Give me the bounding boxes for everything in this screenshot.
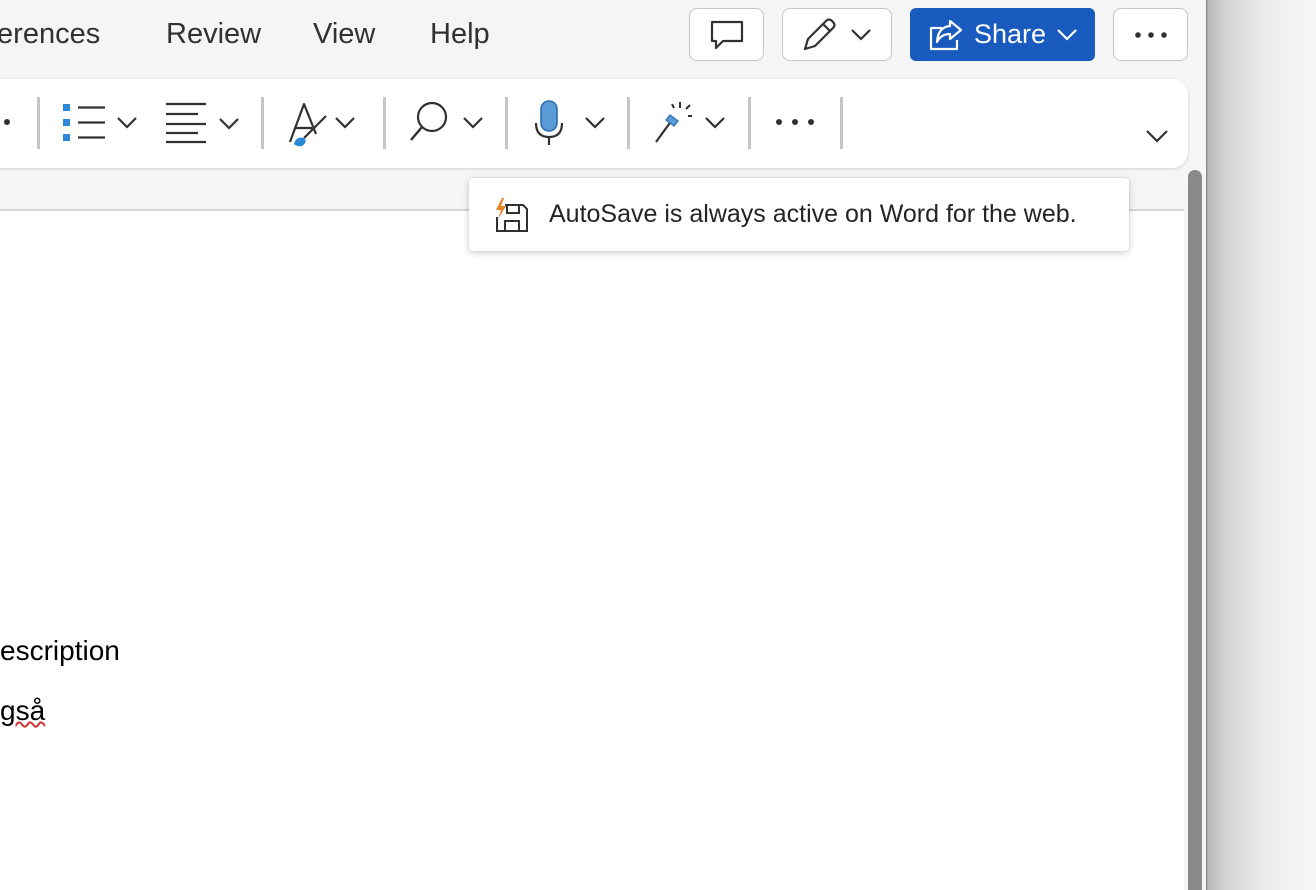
document-page[interactable]: escription gså xyxy=(0,211,1184,890)
comment-icon xyxy=(710,20,744,50)
truncated-ribbon-item xyxy=(4,119,10,125)
tab-review[interactable]: Review xyxy=(166,14,261,54)
tab-references[interactable]: ferences xyxy=(0,14,100,54)
ribbon-more-button[interactable] xyxy=(774,116,816,128)
styles-button[interactable] xyxy=(286,100,368,148)
more-options-button[interactable] xyxy=(1113,8,1188,61)
misspelled-word[interactable]: gså xyxy=(0,695,45,726)
ribbon-separator xyxy=(748,97,751,149)
autosave-tooltip: AutoSave is always active on Word for th… xyxy=(469,178,1129,251)
microphone-icon xyxy=(534,100,605,145)
chevron-down-icon xyxy=(1056,28,1078,42)
ribbon-separator xyxy=(383,97,386,149)
bullets-button[interactable] xyxy=(60,100,142,146)
tab-view[interactable]: View xyxy=(313,14,375,54)
word-web-app: ferences Review View Help Share escripti… xyxy=(0,0,1206,890)
chevron-down-icon xyxy=(850,28,872,42)
find-button[interactable] xyxy=(408,100,490,146)
comments-button[interactable] xyxy=(689,8,764,61)
vertical-scrollbar[interactable] xyxy=(1188,170,1202,890)
ribbon-separator xyxy=(37,97,40,149)
ribbon-separator xyxy=(627,97,630,149)
paragraph-align-icon xyxy=(166,102,239,144)
dictate-button[interactable] xyxy=(532,99,614,147)
pencil-icon xyxy=(800,16,838,54)
tab-help[interactable]: Help xyxy=(430,14,490,54)
align-button[interactable] xyxy=(164,100,246,146)
document-line[interactable]: escription xyxy=(0,635,120,667)
share-label: Share xyxy=(974,19,1047,49)
chevron-down-icon xyxy=(1146,130,1168,143)
tooltip-text: AutoSave is always active on Word for th… xyxy=(549,200,1077,228)
document-line[interactable]: gså xyxy=(0,695,45,727)
editing-mode-button[interactable] xyxy=(782,8,892,61)
text-styles-icon xyxy=(288,102,355,147)
ribbon-separator xyxy=(505,97,508,149)
share-button[interactable]: Share xyxy=(910,8,1095,61)
autosave-icon xyxy=(493,197,529,233)
designer-button[interactable] xyxy=(652,100,734,146)
ellipsis-icon xyxy=(776,119,814,125)
ribbon-expand-button[interactable] xyxy=(1145,129,1169,143)
ribbon-separator xyxy=(840,97,843,149)
bullet-list-icon xyxy=(63,104,137,141)
ellipsis-icon xyxy=(1134,31,1168,39)
magic-wand-icon xyxy=(655,102,725,143)
window-edge-shadow xyxy=(1206,0,1316,890)
share-icon xyxy=(928,18,964,52)
ribbon-separator xyxy=(261,97,264,149)
search-icon xyxy=(410,101,483,141)
